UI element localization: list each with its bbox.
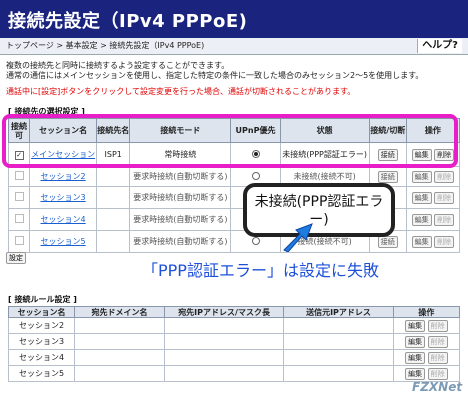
rule-session-name: セッション4 [7,349,76,366]
delete-button: 削除 [427,367,448,380]
col-header: 宛先ドメイン名 [74,306,165,318]
breadcrumb-bar: トップページ > 基本設定 > 接続先設定（IPv4 PPPoE) ヘルプ? [0,38,468,55]
table-row: セッション2 要求時接続(自動切断する) 未接続(接続不可) 接続 編集 削除 [7,166,461,187]
rule-table: セッション名 宛先ドメイン名 宛先IPアドレス/マスク長 送信元IPアドレス 操… [7,306,461,382]
dest-name [96,166,131,187]
enable-checkbox[interactable] [14,236,24,245]
edit-button[interactable]: 編集 [405,351,426,364]
delete-button: 削除 [427,319,448,332]
title-bar: 接続先設定（IPv4 PPPoE) [0,0,468,38]
connect-mode: 要求時接続(自動切断する) [129,208,232,231]
delete-button: 削除 [427,335,448,348]
delete-button: 削除 [434,191,455,204]
table-row: セッション5 要求時接続(自動切断する) 接続(接続不可) 接続 編集 削除 [7,230,461,253]
session-link[interactable]: セッション2 [41,172,86,181]
table-row: セッション4 編集 削除 [7,349,461,366]
col-header: セッション名 [7,306,76,318]
description-line-2: 通常の通信にはメインセッションを使用し、指定した特定の条件に一致した場合のみセッ… [6,71,424,80]
rule-session-name: セッション2 [7,317,76,334]
dest-name [96,230,131,253]
edit-button[interactable]: 編集 [411,213,432,226]
breadcrumb[interactable]: トップページ > 基本設定 > 接続先設定（IPv4 PPPoE) [6,40,204,51]
table-header-row: セッション名 宛先ドメイン名 宛先IPアドレス/マスク長 送信元IPアドレス 操… [7,306,461,318]
table-row: セッション3 編集 削除 [7,333,461,350]
callout-bubble: 未接続(PPP認証エラー) [243,183,395,237]
upnp-radio[interactable] [251,236,260,245]
connect-button[interactable]: 接続 [377,235,398,248]
arrow-icon [283,223,313,252]
session-link[interactable]: セッション3 [41,193,86,202]
edit-button[interactable]: 編集 [405,367,426,380]
highlight-box [2,114,458,168]
edit-button[interactable]: 編集 [411,191,432,204]
delete-button: 削除 [434,213,455,226]
connect-mode: 要求時接続(自動切断する) [129,166,232,187]
enable-checkbox[interactable] [14,192,24,201]
help-button[interactable]: ヘルプ? [417,39,462,53]
dest-name [96,186,131,209]
enable-checkbox[interactable] [14,214,24,223]
rule-session-name: セッション5 [7,365,76,382]
delete-button: 削除 [434,235,455,248]
edit-button[interactable]: 編集 [411,235,432,248]
rule-session-name: セッション3 [7,333,76,350]
session-link[interactable]: セッション4 [41,215,86,224]
caption-text: 「PPP認証エラー」は設定に失敗 [142,261,379,280]
enable-checkbox[interactable] [14,171,24,180]
page-title: 接続先設定（IPv4 PPPoE) [8,11,248,32]
col-header: 送信元IPアドレス [283,306,394,318]
connect-mode: 要求時接続(自動切断する) [129,186,232,209]
table-row: セッション2 編集 削除 [7,317,461,334]
edit-button[interactable]: 編集 [405,319,426,332]
rule-section-title: [ 接続ルール設定 ] [8,295,77,304]
table-row: セッション5 編集 削除 [7,365,461,382]
connect-mode: 要求時接続(自動切断する) [129,230,232,253]
col-header: 宛先IPアドレス/マスク長 [163,306,285,318]
site-logo: FZXNet [412,380,463,394]
session-link[interactable]: セッション5 [41,237,86,246]
delete-button: 削除 [434,170,455,183]
warning-text: 通話中に[設定]ボタンをクリックして設定変更を行った場合、通話が切断されることが… [6,87,356,96]
edit-button[interactable]: 編集 [411,170,432,183]
connect-button[interactable]: 接続 [377,170,398,183]
col-header: 操作 [392,306,461,318]
upnp-radio[interactable] [251,171,260,180]
set-button[interactable]: 設定 [6,252,26,264]
dest-name [96,208,131,231]
edit-button[interactable]: 編集 [405,335,426,348]
delete-button: 削除 [427,351,448,364]
